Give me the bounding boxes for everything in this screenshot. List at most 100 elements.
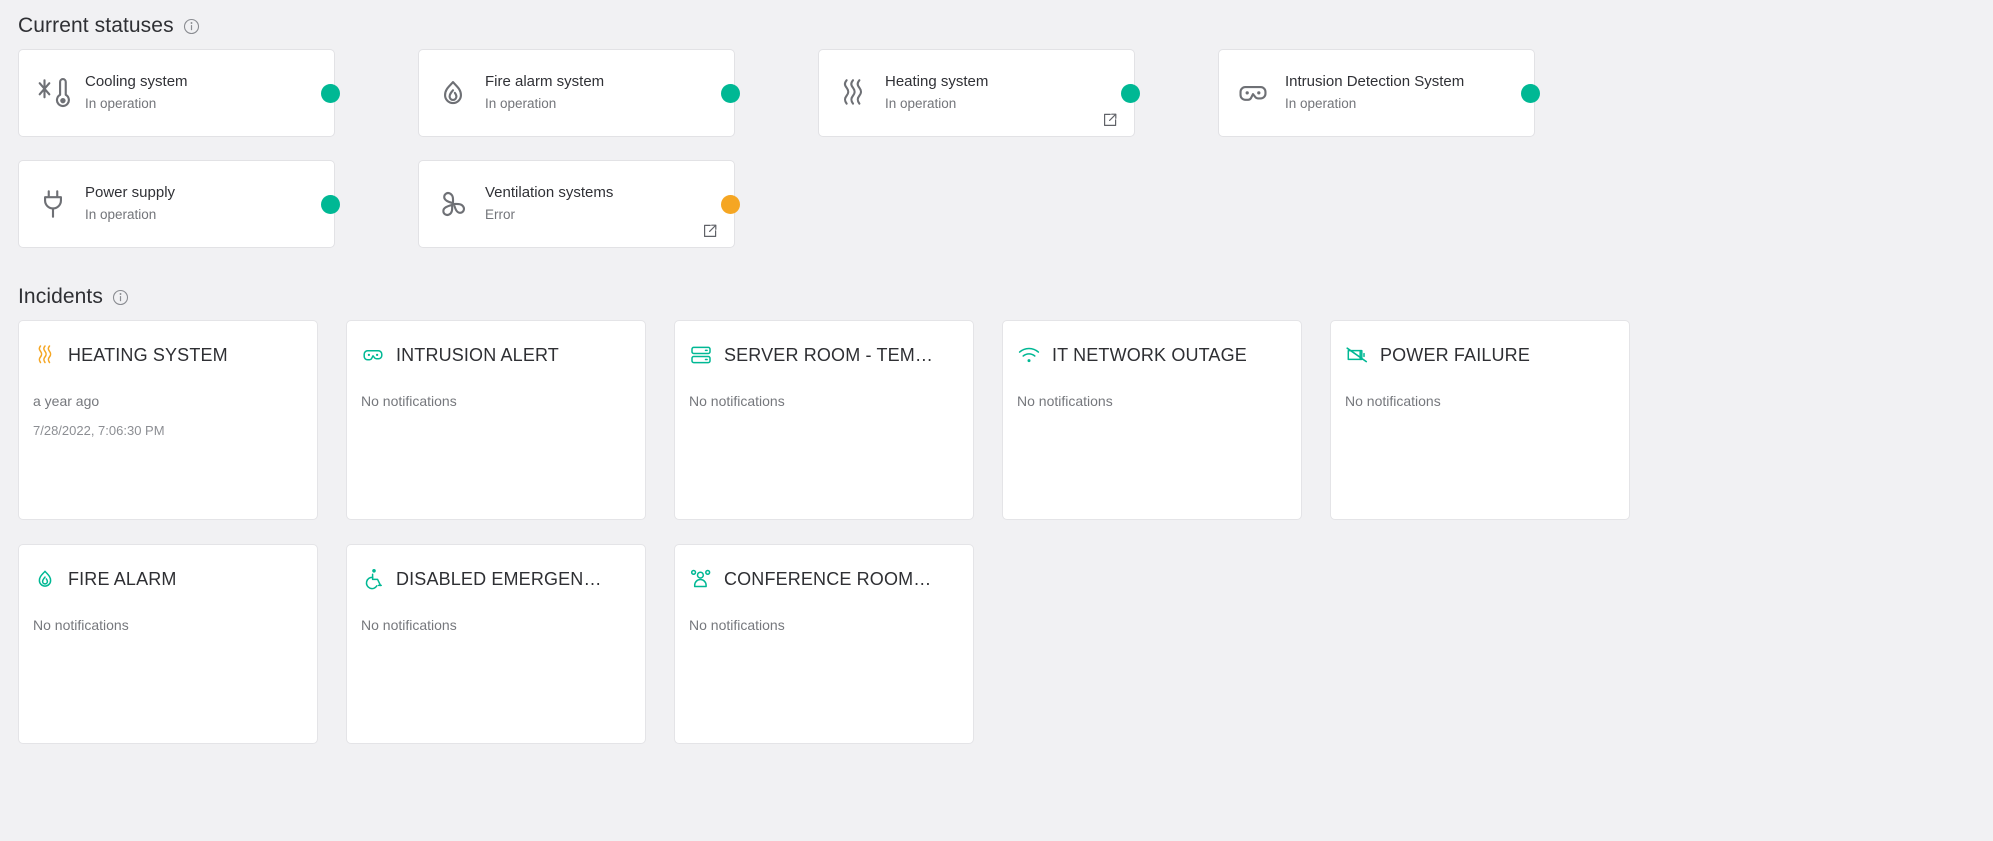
status-card-slot: Cooling system In operation: [18, 49, 418, 137]
incident-primary-text: No notifications: [689, 393, 785, 409]
status-badge: [721, 83, 740, 103]
incident-card-body: No notifications: [1345, 391, 1613, 412]
incident-card[interactable]: SERVER ROOM - TEM… No notifications: [674, 320, 974, 520]
incident-card-slot: CONFERENCE ROOM… No notifications: [674, 544, 1002, 744]
status-card-name: Power supply: [85, 184, 176, 202]
incident-card-title: FIRE ALARM: [68, 568, 177, 589]
incident-card-header: IT NETWORK OUTAGE: [1017, 343, 1285, 367]
server-icon: [689, 343, 713, 367]
incident-card-header: SERVER ROOM - TEM…: [689, 343, 957, 367]
cooling-icon: [36, 76, 70, 110]
status-card[interactable]: Fire alarm system In operation: [418, 49, 740, 137]
battery-off-icon: [1345, 343, 1369, 367]
incident-card[interactable]: HEATING SYSTEM a year ago 7/28/2022, 7:06:…: [18, 320, 318, 520]
status-card[interactable]: Ventilation systems Error: [418, 160, 740, 248]
incident-card-body: No notifications: [1017, 391, 1285, 412]
intrusion-icon: [361, 343, 385, 367]
incident-card-slot: INTRUSION ALERT No notifications: [346, 320, 674, 520]
status-card[interactable]: Power supply In operation: [18, 160, 340, 248]
wheelchair-icon: [361, 567, 385, 591]
incident-card-header: FIRE ALARM: [33, 567, 301, 591]
intrusion-icon: [1236, 76, 1270, 110]
incident-card[interactable]: INTRUSION ALERT No notifications: [346, 320, 646, 520]
incident-card-title: CONFERENCE ROOM…: [724, 568, 932, 589]
info-icon[interactable]: [183, 18, 200, 35]
status-card-state: Error: [485, 206, 515, 222]
status-badge: [1121, 83, 1140, 103]
incident-card-grid: HEATING SYSTEM a year ago 7/28/2022, 7:06:…: [18, 320, 1975, 768]
incident-card-title: INTRUSION ALERT: [396, 344, 559, 365]
incident-card-header: POWER FAILURE: [1345, 343, 1613, 367]
incident-card[interactable]: IT NETWORK OUTAGE No notifications: [1002, 320, 1302, 520]
status-badge: [321, 194, 340, 214]
incident-card-slot: FIRE ALARM No notifications: [18, 544, 346, 744]
incident-card-body: a year ago 7/28/2022, 7:06:30 PM: [33, 391, 301, 441]
status-badge: [721, 194, 740, 214]
external-link-icon[interactable]: [702, 223, 718, 239]
status-card[interactable]: Heating system In operation: [818, 49, 1140, 137]
status-card-name: Cooling system: [85, 73, 188, 91]
incident-card-slot: DISABLED EMERGEN… No notifications: [346, 544, 674, 744]
incident-primary-text: a year ago: [33, 393, 100, 409]
status-card-text: Fire alarm system In operation: [485, 72, 691, 113]
external-link-icon[interactable]: [1102, 112, 1118, 128]
incident-card-title: POWER FAILURE: [1380, 344, 1530, 365]
status-card-state: In operation: [485, 95, 557, 111]
plug-icon: [36, 187, 70, 221]
status-card-slot: Fire alarm system In operation: [418, 49, 818, 137]
incident-card-body: No notifications: [361, 615, 629, 636]
incident-card[interactable]: FIRE ALARM No notifications: [18, 544, 318, 744]
incidents-title: Incidents: [18, 285, 103, 308]
incident-primary-text: No notifications: [361, 393, 457, 409]
incident-card[interactable]: CONFERENCE ROOM… No notifications: [674, 544, 974, 744]
incident-card-slot: HEATING SYSTEM a year ago 7/28/2022, 7:06:…: [18, 320, 346, 520]
status-card-state: In operation: [85, 206, 157, 222]
status-card-name: Intrusion Detection System: [1285, 73, 1465, 91]
page-title: Current statuses: [18, 14, 174, 37]
current-statuses-header: Current statuses: [18, 0, 1975, 49]
status-card-grid: Cooling system In operation Fire alarm sys…: [18, 49, 1975, 271]
heating-icon: [836, 76, 870, 110]
status-card-text: Heating system In operation: [885, 72, 1091, 113]
status-badge: [321, 83, 340, 103]
wifi-icon: [1017, 343, 1041, 367]
heating-icon: [33, 343, 57, 367]
incident-card-header: DISABLED EMERGEN…: [361, 567, 629, 591]
incident-card-header: INTRUSION ALERT: [361, 343, 629, 367]
incident-card-header: HEATING SYSTEM: [33, 343, 301, 367]
incident-card[interactable]: POWER FAILURE No notifications: [1330, 320, 1630, 520]
status-badge: [1521, 83, 1540, 103]
incident-primary-text: No notifications: [33, 617, 129, 633]
status-card-text: Ventilation systems Error: [485, 183, 691, 224]
fire-icon: [436, 76, 470, 110]
incident-card-title: HEATING SYSTEM: [68, 344, 228, 365]
incident-card-slot: POWER FAILURE No notifications: [1330, 320, 1658, 520]
incident-card-title: IT NETWORK OUTAGE: [1052, 344, 1247, 365]
status-card[interactable]: Intrusion Detection System In operation: [1218, 49, 1540, 137]
incident-card-slot: IT NETWORK OUTAGE No notifications: [1002, 320, 1330, 520]
status-card-text: Intrusion Detection System In operation: [1285, 72, 1491, 113]
status-card-state: In operation: [1285, 95, 1357, 111]
incidents-header: Incidents: [18, 271, 1975, 320]
incident-primary-text: No notifications: [689, 617, 785, 633]
incident-card-header: CONFERENCE ROOM…: [689, 567, 957, 591]
status-card-slot: Ventilation systems Error: [418, 160, 818, 248]
status-card-name: Heating system: [885, 73, 989, 91]
incident-card[interactable]: DISABLED EMERGEN… No notifications: [346, 544, 646, 744]
incident-card-title: SERVER ROOM - TEM…: [724, 344, 934, 365]
fan-icon: [436, 187, 470, 221]
incident-primary-text: No notifications: [1017, 393, 1113, 409]
status-card-state: In operation: [885, 95, 957, 111]
status-card-slot: Intrusion Detection System In operation: [1218, 49, 1618, 137]
status-card-text: Cooling system In operation: [85, 72, 291, 113]
incident-timestamp: 7/28/2022, 7:06:30 PM: [33, 423, 165, 438]
status-card[interactable]: Cooling system In operation: [18, 49, 340, 137]
incident-card-title: DISABLED EMERGEN…: [396, 568, 602, 589]
incident-card-body: No notifications: [689, 615, 957, 636]
info-icon[interactable]: [112, 289, 129, 306]
incident-primary-text: No notifications: [361, 617, 457, 633]
incident-card-body: No notifications: [689, 391, 957, 412]
incident-card-body: No notifications: [361, 391, 629, 412]
dashboard-page: Current statuses Cooling system In operat…: [0, 0, 1993, 841]
status-card-slot: Heating system In operation: [818, 49, 1218, 137]
